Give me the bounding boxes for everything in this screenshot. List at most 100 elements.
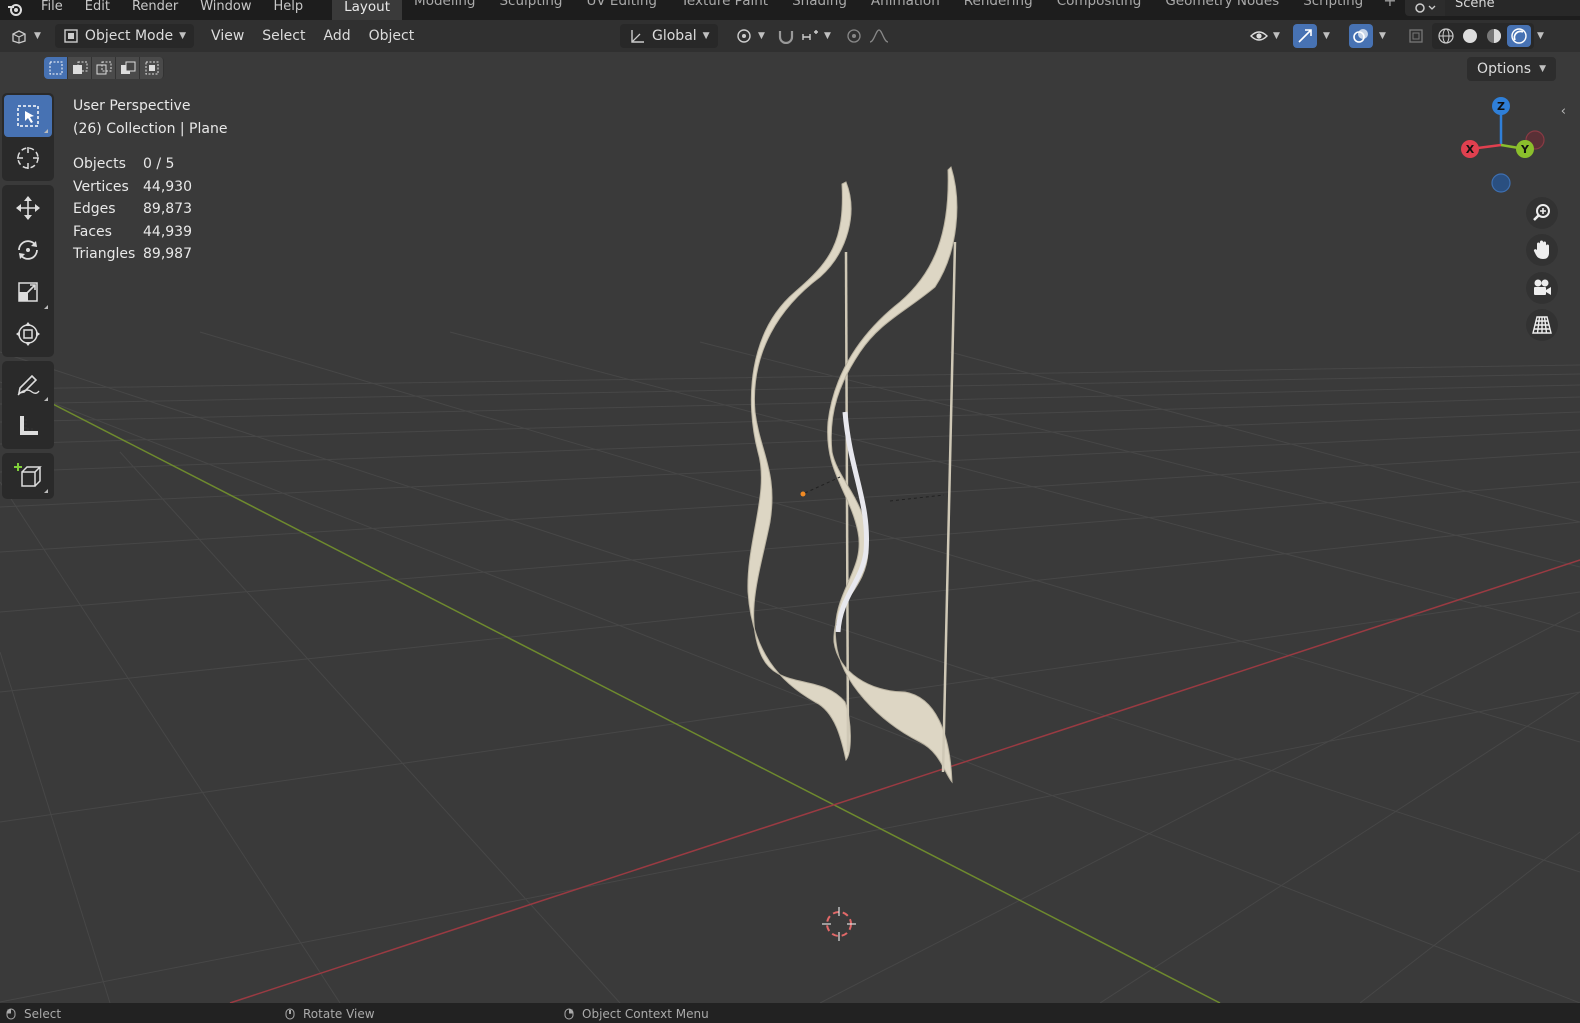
menu-view[interactable]: View [202,28,253,44]
object-mode-icon [64,29,78,43]
status-select-label: Select [24,1007,62,1021]
select-extend-icon [72,61,87,74]
stat-label: Vertices [73,178,129,195]
options-dropdown[interactable]: Options ▼ [1467,57,1556,81]
pivot-icon [737,29,751,43]
3d-viewport[interactable] [0,52,1580,1003]
select-box-tool[interactable] [4,95,52,137]
scale-tool[interactable] [4,271,52,313]
scale-icon [18,282,38,302]
tab-texture-paint[interactable]: Texture Paint [669,0,780,14]
navigation-gizmo[interactable]: Z X Y [1448,90,1558,200]
scene-name[interactable]: Scene [1445,0,1580,16]
editor-type-icon [12,30,26,44]
stat-value: 44,939 [143,223,192,240]
gizmo-toggle[interactable]: ▼ [1290,24,1333,48]
pivot-point-dropdown[interactable]: ▼ [730,24,769,48]
tab-scripting[interactable]: Scripting [1291,0,1375,14]
select-invert-icon [120,61,135,74]
select-subtract-button[interactable] [92,57,116,79]
rotate-tool[interactable] [4,229,52,271]
cursor-icon [17,147,39,169]
menu-render[interactable]: Render [121,0,189,14]
wireframe-sphere-icon [1438,28,1454,44]
tab-compositing[interactable]: Compositing [1045,0,1154,14]
select-new-icon [49,61,62,75]
tab-shading[interactable]: Shading [780,0,859,14]
annotate-tool[interactable] [4,363,52,405]
menu-window[interactable]: Window [189,0,262,14]
x-axis-line [229,559,1580,1003]
chevron-down-icon: ▼ [758,31,765,41]
select-new-button[interactable] [44,57,68,79]
stat-value: 0 / 5 [143,156,175,172]
add-workspace-plus-icon[interactable]: + [1375,0,1404,20]
visibility-dropdown[interactable]: ▼ [1245,24,1284,48]
add-cube-tool[interactable] [4,455,52,497]
menu-edit[interactable]: Edit [74,0,121,14]
perspective-toggle-button[interactable] [1526,309,1558,341]
select-intersect-button[interactable] [140,57,164,79]
menu-help[interactable]: Help [263,0,315,14]
overlays-toggle[interactable]: ▼ [1346,24,1389,48]
mouse-right-icon [564,1008,574,1020]
tab-layout[interactable]: Layout [332,0,403,20]
tab-uv-editing[interactable]: UV Editing [575,0,669,14]
mode-dropdown[interactable]: Object Mode ▼ [54,24,195,48]
chevron-down-icon: ▼ [34,31,41,41]
move-tool[interactable] [4,187,52,229]
rendered-shading-button[interactable] [1507,25,1531,47]
eye-icon [1250,31,1268,41]
xray-toggle[interactable] [1404,24,1428,48]
shading-options-chevron-icon[interactable]: ▼ [1537,31,1544,41]
proportional-edit-toggle[interactable] [842,24,894,48]
menu-add[interactable]: Add [314,28,359,44]
solid-shading-button[interactable] [1459,25,1481,47]
scene-selector[interactable]: Scene [1405,0,1580,16]
solid-sphere-icon [1463,29,1477,43]
pencil-icon [17,374,40,396]
transform-tool[interactable] [4,313,52,355]
stat-row: Objects 0 / 5 [73,153,227,176]
select-extend-button[interactable] [68,57,92,79]
scene-icon[interactable] [1405,0,1445,16]
tab-modeling[interactable]: Modeling [402,0,487,14]
zoom-button[interactable] [1526,197,1558,229]
viewport-stats-overlay: User Perspective (26) Collection | Plane… [73,95,227,266]
gizmo-neg-z-icon[interactable] [1491,173,1511,193]
tab-animation[interactable]: Animation [859,0,952,14]
stat-row: Vertices 44,930 [73,176,227,199]
wireframe-shading-button[interactable] [1435,25,1457,47]
gizmo-icon [1293,24,1317,48]
transform-orientation-dropdown[interactable]: Global ▼ [620,24,718,48]
tab-rendering[interactable]: Rendering [952,0,1045,14]
menu-select[interactable]: Select [253,28,314,44]
material-preview-button[interactable] [1483,25,1505,47]
cursor-tool[interactable] [4,137,52,179]
transform-icon [16,322,40,346]
status-bar: Select Rotate View Object Context Menu [0,1003,1580,1023]
camera-view-button[interactable] [1526,272,1558,304]
collection-info: (26) Collection | Plane [73,120,228,137]
pan-button[interactable] [1526,234,1558,266]
grid-perspective-icon [1532,316,1552,334]
stat-label: Faces [73,223,112,240]
stat-value: 44,930 [143,178,192,195]
tab-geometry-nodes[interactable]: Geometry Nodes [1153,0,1291,14]
tab-sculpting[interactable]: Sculpting [487,0,574,14]
falloff-curve-icon [869,29,889,43]
snap-toggle[interactable]: ▼ [772,24,835,48]
selection-mode-group [44,57,164,79]
status-item-select: Select [6,1007,61,1021]
editor-type-button[interactable]: ▼ [4,24,47,48]
blender-logo-icon[interactable] [0,0,30,20]
menu-object[interactable]: Object [360,28,424,44]
hand-icon [1533,240,1549,259]
3d-cursor-icon[interactable] [822,907,856,941]
top-menu-bar: File Edit Render Window Help Layout Mode… [0,0,1580,20]
proportional-edit-icon [847,29,861,43]
menu-file[interactable]: File [30,0,74,14]
measure-tool[interactable] [4,405,52,447]
select-invert-button[interactable] [116,57,140,79]
sidebar-toggle-chevron-icon[interactable]: ‹ [1561,104,1566,119]
